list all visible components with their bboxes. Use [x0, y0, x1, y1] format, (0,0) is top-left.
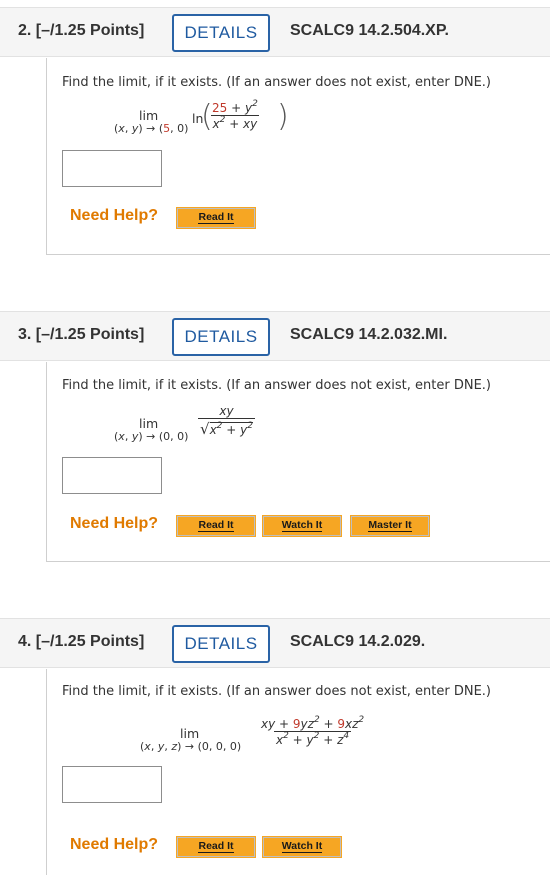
limit-expression: lim (x, y, z) → (0, 0, 0) xy + 9yz2 + 9x…: [47, 713, 467, 758]
details-button[interactable]: DETAILS: [172, 318, 270, 356]
question-3-body: Find the limit, if it exists. (If an ans…: [46, 362, 550, 562]
need-help-label: Need Help?: [70, 515, 159, 532]
limit-fraction: xy √x2 + y2: [198, 404, 255, 438]
read-it-button[interactable]: Read It: [176, 207, 256, 229]
question-code: SCALC9 14.2.029.: [290, 633, 426, 650]
answer-input[interactable]: [62, 766, 162, 803]
master-it-button[interactable]: Master It: [350, 515, 430, 537]
question-number: 3. [–/1.25 Points]: [18, 326, 145, 343]
lim-approach: (x, y, z) → (0, 0, 0): [140, 740, 242, 753]
answer-input[interactable]: [62, 457, 162, 494]
question-4-header: 4. [–/1.25 Points] DETAILS SCALC9 14.2.0…: [0, 618, 550, 668]
question-2-body: Find the limit, if it exists. (If an ans…: [46, 58, 550, 255]
need-help-label: Need Help?: [70, 207, 159, 224]
fraction-denominator: x2 + y2 + z4: [274, 731, 352, 747]
answer-input[interactable]: [62, 150, 162, 187]
lim-approach: (x, y) → (0, 0): [114, 430, 189, 443]
lim-label: lim: [180, 726, 200, 741]
read-it-button[interactable]: Read It: [176, 836, 256, 858]
question-4-body: Find the limit, if it exists. (If an ans…: [46, 669, 550, 875]
lim-label: lim: [139, 108, 159, 123]
limit-expression: lim (x, y) → (5, 0) ln ( 25 + y2 x2 + xy…: [47, 98, 447, 143]
question-prompt: Find the limit, if it exists. (If an ans…: [62, 684, 491, 699]
question-prompt: Find the limit, if it exists. (If an ans…: [62, 75, 491, 90]
question-number: 4. [–/1.25 Points]: [18, 633, 145, 650]
fraction-denominator: x2 + xy: [210, 115, 260, 131]
fraction-numerator: xy + 9yz2 + 9xz2: [261, 715, 365, 732]
read-it-button[interactable]: Read It: [176, 515, 256, 537]
limit-expression: lim (x, y) → (0, 0) xy √x2 + y2: [47, 404, 447, 449]
watch-it-button[interactable]: Watch It: [262, 836, 342, 858]
lim-label: lim: [139, 416, 159, 431]
fraction-denominator: √x2 + y2: [198, 418, 255, 438]
question-2-header: 2. [–/1.25 Points] DETAILS SCALC9 14.2.5…: [0, 7, 550, 57]
question-code: SCALC9 14.2.032.MI.: [290, 326, 448, 343]
limit-fraction: xy + 9yz2 + 9xz2 x2 + y2 + z4: [259, 715, 366, 748]
question-3-header: 3. [–/1.25 Points] DETAILS SCALC9 14.2.0…: [0, 311, 550, 361]
fraction-numerator: 25 + y2: [212, 99, 258, 116]
details-button[interactable]: DETAILS: [172, 625, 270, 663]
right-paren: ): [277, 99, 289, 134]
need-help-label: Need Help?: [70, 836, 159, 853]
question-number: 2. [–/1.25 Points]: [18, 22, 145, 39]
question-prompt: Find the limit, if it exists. (If an ans…: [62, 378, 491, 393]
lim-approach: (x, y) → (5, 0): [114, 122, 189, 135]
watch-it-button[interactable]: Watch It: [262, 515, 342, 537]
limit-fraction: 25 + y2 x2 + xy: [210, 99, 260, 131]
fraction-numerator: xy: [219, 404, 234, 418]
details-button[interactable]: DETAILS: [172, 14, 270, 52]
question-code: SCALC9 14.2.504.XP.: [290, 22, 449, 39]
